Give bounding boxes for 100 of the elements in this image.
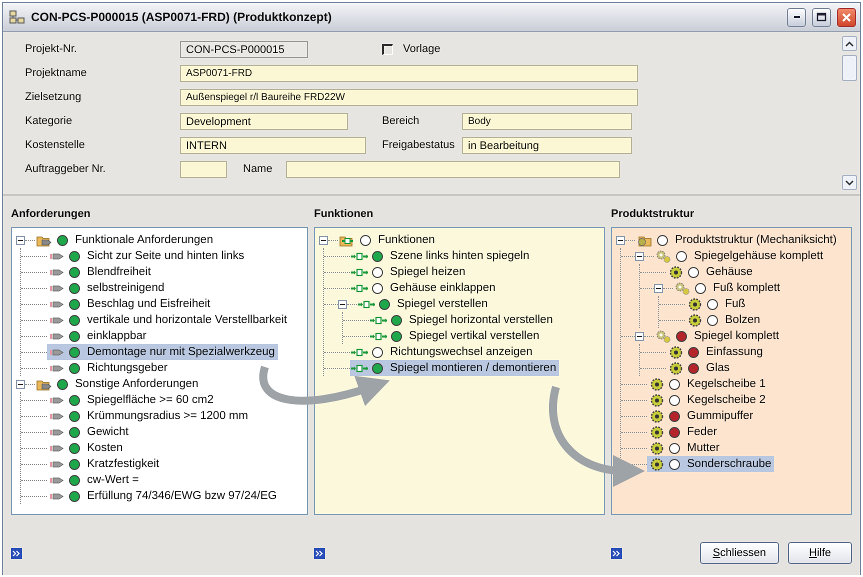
chevron-down-icon [845,180,854,186]
field-label: Projekt-Nr. [25,43,78,55]
input-field[interactable] [180,160,227,178]
tree-item[interactable]: Spiegel horizontal verstellen [369,312,556,328]
gear-icon [648,410,666,422]
field-label: Freigabestatus [382,139,456,151]
minimize-icon [794,16,800,18]
tree-item[interactable]: Erfüllung 74/346/EWG bzw 97/24/EG [47,488,280,504]
folder-icon [36,378,54,390]
field-label: Kategorie [25,115,74,127]
folder-icon [636,234,654,246]
tree-item[interactable]: Funktionen [338,232,438,248]
gear-icon [667,346,685,358]
collapse-button[interactable] [616,236,625,244]
collapse-button[interactable] [16,236,25,244]
input-field[interactable]: in Bearbeitung [462,136,632,154]
scroll-down-button[interactable] [842,175,857,190]
tree-item[interactable]: Gehäuse einklappen [350,280,498,296]
input-field[interactable] [286,160,620,178]
gears-icon [655,250,673,262]
input-field[interactable]: INTERN [180,136,366,154]
tree-item[interactable]: Kosten [47,440,126,456]
tree-item[interactable]: Fuß [685,296,748,312]
field-label: Bereich [382,115,420,127]
gear-icon [648,442,666,454]
scroll-up-button[interactable] [842,36,857,51]
tree-item[interactable]: Beschlag und Eisfreiheit [47,296,214,312]
double-chevron-icon [11,548,22,558]
input-field[interactable]: ASP0071-FRD [180,64,638,82]
tree-item[interactable]: Produktstruktur (Mechaniksicht) [635,232,840,248]
field-label: Name [243,163,274,175]
gear-icon [686,298,704,310]
tree-item[interactable]: Richtungsgeber [47,360,171,376]
chevron-up-icon [845,40,854,46]
panel-title: Funktionen [314,207,374,222]
double-chevron-icon [314,548,325,558]
tree-item[interactable]: Gummipuffer [647,408,756,424]
folder-icon [36,234,54,246]
tree-item[interactable]: Demontage nur mit Spezialwerkzeug [47,344,278,360]
tree-item[interactable]: Krümmungsradius >= 1200 mm [47,408,252,424]
tree-item[interactable]: Gewicht [47,424,132,440]
tree-item[interactable]: Spiegelfläche >= 60 cm2 [47,392,217,408]
tree-item[interactable]: Kratzfestigkeit [47,456,162,472]
gear-icon [648,378,666,390]
tree-item[interactable]: Sonderschraube [647,456,774,472]
collapse-button[interactable] [654,284,663,292]
field-label: Zielsetzung [25,91,82,103]
tree-item[interactable]: Sonstige Anforderungen [35,376,202,392]
input-field[interactable]: CON-PCS-P000015 [180,40,308,58]
input-field[interactable]: Außenspiegel r/l Baureihe FRD22W [180,88,638,106]
tree-item[interactable]: Fuß komplett [673,280,784,296]
tree-item[interactable]: einklappbar [47,328,150,344]
checkbox-label: Vorlage [403,43,440,55]
collapse-button[interactable] [635,332,644,340]
tree-item[interactable]: Richtungswechsel anzeigen [350,344,536,360]
tree-item[interactable]: Spiegel montieren / demontieren [350,360,560,376]
gear-icon [648,426,666,438]
maximize-button[interactable] [812,8,831,26]
tree-item[interactable]: Funktionale Anforderungen [35,232,216,248]
tree-item[interactable]: Kegelscheibe 2 [647,392,769,408]
window-icon [9,10,25,24]
tree-item[interactable]: Kegelscheibe 1 [647,376,769,392]
help-button[interactable]: Hilfe [788,542,852,564]
double-chevron-icon [611,548,622,558]
tree-item[interactable]: Mutter [647,440,723,456]
maximize-icon [816,12,827,22]
minimize-button[interactable] [787,8,806,26]
tree-item[interactable]: Szene links hinten spiegeln [350,248,532,264]
tree-item[interactable]: Bolzen [685,312,764,328]
tree-item[interactable]: Spiegel vertikal verstellen [369,328,542,344]
panel-title: Produktstruktur [611,207,694,222]
collapse-button[interactable] [635,252,644,260]
tree-item[interactable]: cw-Wert = [47,472,142,488]
scroll-thumb[interactable] [842,55,857,81]
tree-item[interactable]: vertikale und horizontale Verstellbarkeit [47,312,290,328]
tree-item[interactable]: Einfassung [666,344,766,360]
tree-item[interactable]: Blendfreiheit [47,264,154,280]
tree-item[interactable]: Glas [666,360,733,376]
collapse-button[interactable] [16,380,25,388]
close-button[interactable]: Schliessen [700,542,779,564]
gear-icon [648,458,666,470]
input-field[interactable]: Development [180,112,348,130]
tree-item[interactable]: Spiegel heizen [350,264,468,280]
collapse-button[interactable] [319,236,328,244]
tree-item[interactable]: Spiegel komplett [654,328,782,344]
tree-item[interactable]: selbstreinigend [47,280,168,296]
tree-item[interactable]: Sicht zur Seite und hinten links [47,248,248,264]
field-label: Auftraggeber Nr. [25,163,107,175]
tree-item[interactable]: Spiegel verstellen [357,296,491,312]
tree-item[interactable]: Feder [647,424,720,440]
field-label: Projektname [25,67,88,79]
input-field[interactable]: Body [462,112,632,130]
panel-title: Anforderungen [11,207,90,222]
close-button[interactable] [837,8,856,26]
close-icon [841,12,852,22]
tree-item[interactable]: Spiegelgehäuse komplett [654,248,826,264]
field-label: Kostenstelle [25,139,86,151]
checkbox[interactable] [382,44,393,54]
tree-item[interactable]: Gehäuse [666,264,756,280]
collapse-button[interactable] [338,300,347,308]
